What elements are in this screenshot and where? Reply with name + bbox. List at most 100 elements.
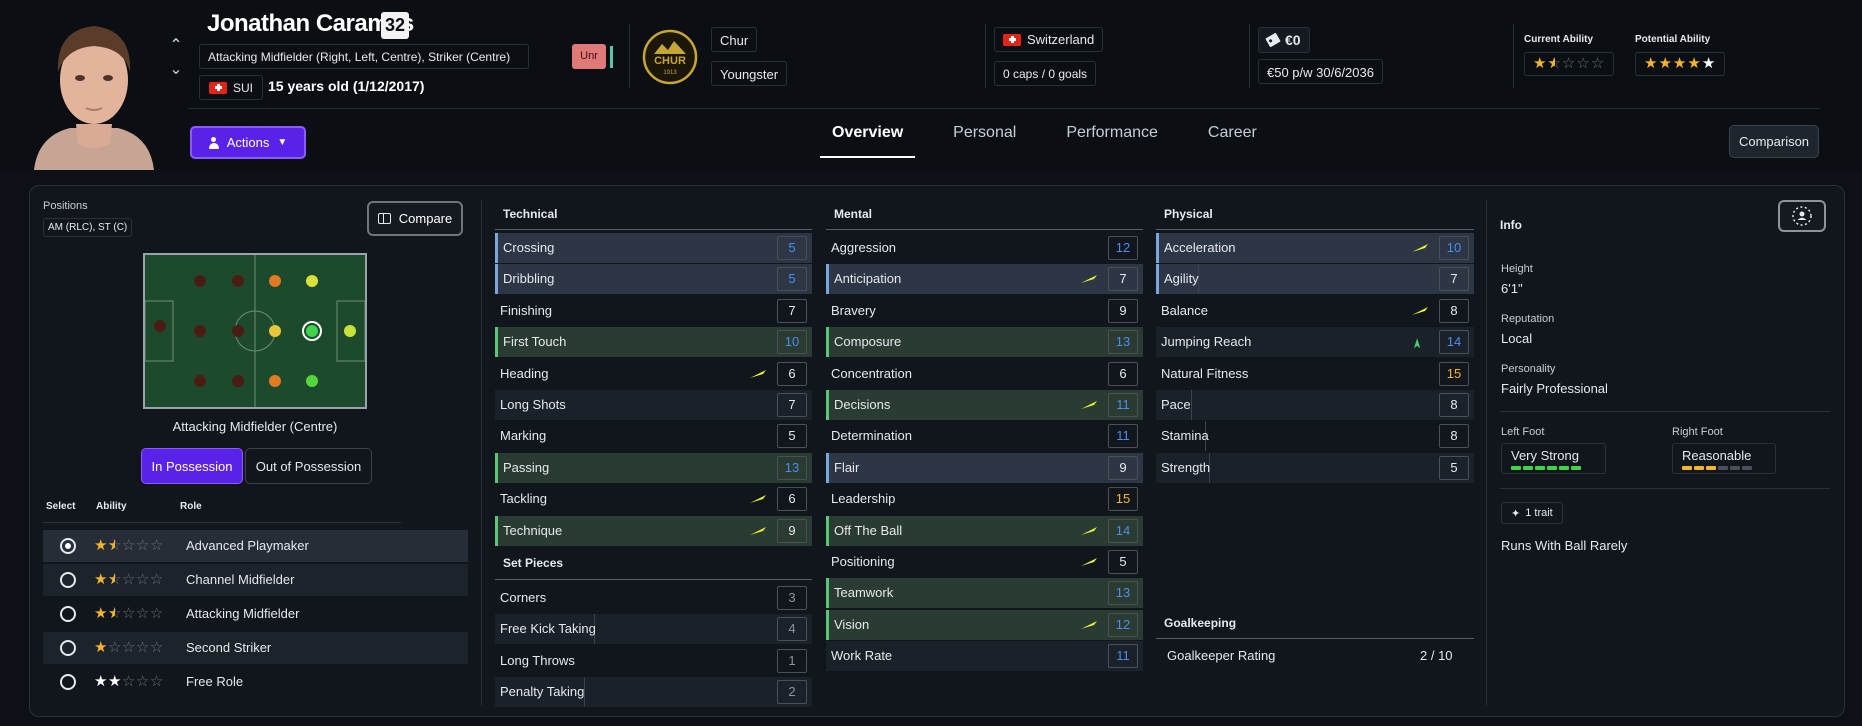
in-possession-toggle[interactable]: In Possession [141,448,243,484]
attribute-row[interactable]: First Touch 10 [495,327,812,358]
left-foot-label: Left Foot [1501,426,1545,438]
trait-count: 1 trait [1525,507,1553,519]
player-photo [24,12,164,170]
attribute-name: Flair [834,459,860,475]
attribute-row[interactable]: Agility 7 [1156,264,1474,295]
star-full-icon: ★ [107,673,122,690]
attribute-row[interactable]: Long Shots 7 [495,390,812,420]
role-row[interactable]: ★☆☆☆☆Attacking Midfielder [43,598,468,630]
profile-settings-button[interactable] [1778,200,1826,232]
club-crest[interactable]: CHUR 1913 [642,29,698,85]
role-radio[interactable] [60,606,76,622]
attribute-row[interactable]: Concentration 6 [826,359,1143,389]
role-radio[interactable] [60,572,76,588]
attribute-value: 14 [1108,518,1138,543]
attribute-row[interactable]: Teamwork 13 [826,578,1143,609]
role-radio[interactable] [60,538,76,554]
tab-personal[interactable]: Personal [941,118,1028,158]
trait-count-chip[interactable]: ✦ 1 trait [1501,502,1563,524]
crest-year: 1913 [663,70,677,76]
goalkeeping-divider [1156,638,1474,639]
attribute-row[interactable]: Long Throws 1 [495,646,812,676]
attribute-value: 12 [1108,612,1138,637]
star-empty-icon: ☆ [149,605,164,622]
attribute-name: Finishing [500,302,553,318]
attribute-row[interactable]: Finishing 7 [495,296,812,326]
star-full-icon: ★ [94,639,108,656]
attribute-name: Technique [503,522,563,538]
attribute-row[interactable]: Vision 12 [826,609,1143,640]
attribute-row[interactable]: Marking 5 [495,421,812,451]
foot-rating-segment [1730,466,1740,470]
attribute-row[interactable]: Natural Fitness 15 [1156,359,1474,389]
club-link[interactable]: Chur [711,27,758,52]
attribute-row[interactable]: Technique 9 [495,515,812,546]
attribute-row[interactable]: Jumping Reach 14 [1156,327,1474,358]
nationality-chip[interactable]: SUI [199,75,264,100]
attribute-row[interactable]: Leadership 15 [826,484,1143,514]
position-dot [194,275,206,287]
tab-overview[interactable]: Overview [820,118,916,158]
star-empty-icon: ☆ [135,605,150,622]
role-row[interactable]: ★☆☆☆☆Channel Midfielder [43,564,468,596]
attribute-name: Concentration [831,365,912,381]
attribute-value: 13 [777,455,807,480]
role-header-role: Role [180,501,202,512]
star-full-icon: ★ [1533,55,1548,72]
attribute-row[interactable]: Decisions 11 [826,390,1143,420]
role-row[interactable]: ★★☆☆☆ Free Role [43,666,468,698]
attribute-row[interactable]: Work Rate 11 [826,641,1143,672]
player-value[interactable]: €0 [1258,27,1310,53]
contract-info[interactable]: €50 p/w 30/6/2036 [1258,59,1383,84]
rating-badge: Unr [572,44,606,69]
attribute-row[interactable]: Stamina 8 [1156,421,1474,452]
attribute-row[interactable]: Heading 6 [495,359,812,389]
attribute-row[interactable]: Pace 8 [1156,390,1474,420]
attribute-name: Composure [834,334,902,350]
actions-button[interactable]: Actions ▼ [190,126,306,159]
attribute-row[interactable]: Corners 3 [495,583,812,613]
attribute-row[interactable]: Crossing 5 [495,233,812,263]
attribute-name: Tackling [500,491,547,507]
attribute-row[interactable]: Aggression 12 [826,233,1143,263]
attribute-row[interactable]: Free Kick Taking 4 [495,614,812,645]
role-name: Attacking Midfielder [186,606,300,621]
attribute-row[interactable]: Passing 13 [495,452,812,483]
comparison-button[interactable]: Comparison [1729,125,1819,158]
out-of-possession-toggle[interactable]: Out of Possession [245,448,372,484]
national-team-chip[interactable]: Switzerland [994,27,1104,52]
star-full-icon: ★ [94,571,108,588]
chevron-up-icon[interactable]: ⌃ [168,34,184,58]
attribute-row[interactable]: Tackling 6 [495,484,812,514]
attribute-row[interactable]: Strength 5 [1156,452,1474,483]
player-navigation: ⌃ ⌄ [168,34,184,82]
role-row[interactable]: ★☆☆☆☆Advanced Playmaker [43,530,468,562]
role-radio[interactable] [60,674,76,690]
attribute-row[interactable]: Positioning 5 [826,547,1143,577]
attribute-row[interactable]: Bravery 9 [826,296,1143,326]
attribute-row[interactable]: Penalty Taking 2 [495,677,812,708]
attribute-value: 6 [777,361,807,386]
foot-rating-segment [1523,466,1533,470]
attribute-row[interactable]: Composure 13 [826,327,1143,358]
attribute-row[interactable]: Acceleration 10 [1156,233,1474,263]
attribute-row[interactable]: Off The Ball 14 [826,515,1143,546]
attribute-row[interactable]: Balance 8 [1156,296,1474,326]
tab-career[interactable]: Career [1196,118,1269,158]
attribute-row[interactable]: Determination 11 [826,421,1143,451]
current-ability-label: Current Ability [1524,34,1594,45]
star-half-icon: ☆ [1547,55,1561,73]
attribute-row[interactable]: Flair 9 [826,452,1143,483]
attribute-row[interactable]: Dribbling 5 [495,264,812,295]
attribute-row[interactable]: Anticipation 7 [826,264,1143,295]
role-ability-stars: ★☆☆☆☆ [94,536,164,554]
chevron-down-icon[interactable]: ⌄ [168,58,184,82]
attribute-name: Leadership [831,491,896,507]
tab-performance[interactable]: Performance [1054,118,1170,158]
compare-button[interactable]: Compare [367,201,463,236]
trend-up-icon [750,495,766,504]
role-radio[interactable] [60,640,76,656]
role-row[interactable]: ★☆☆☆☆ Second Striker [43,632,468,664]
position-pitch [143,253,367,409]
star-full-icon: ★ [1687,55,1702,72]
